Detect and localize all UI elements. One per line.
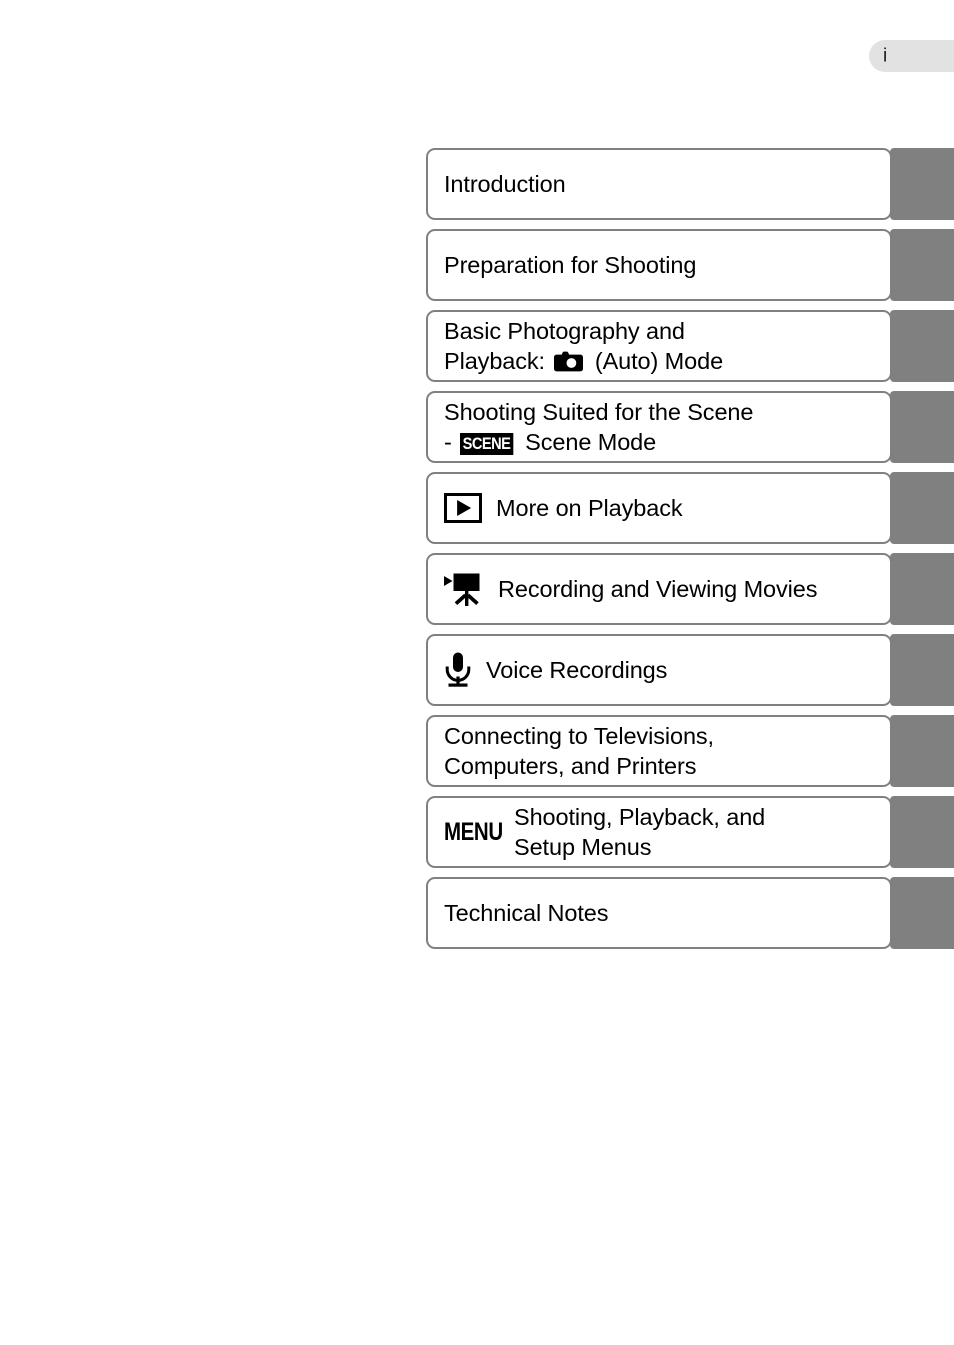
microphone-icon xyxy=(445,652,471,687)
chapter-label-line1: Basic Photography and xyxy=(444,318,685,344)
microphone-icon-slot xyxy=(444,652,472,688)
camera-icon xyxy=(554,351,584,372)
chapter-row-preparation-for-shooting[interactable]: Preparation for Shooting xyxy=(426,229,954,301)
chapter-row-more-on-playback[interactable]: More on Playback xyxy=(426,472,954,544)
chapter-card-connecting-to-televisions-computers-printers[interactable]: Connecting to Televisions, Computers, and… xyxy=(426,715,892,787)
movie-camera-icon-slot xyxy=(444,572,484,606)
movie-camera-icon xyxy=(444,573,480,606)
chapter-label-line2-suffix: Scene Mode xyxy=(518,429,657,455)
chapter-tab-marker xyxy=(890,796,954,868)
chapter-label-line2-prefix: - xyxy=(444,429,459,455)
playback-icon-slot xyxy=(444,493,482,523)
chapter-card-recording-and-viewing-movies[interactable]: Recording and Viewing Movies xyxy=(426,553,892,625)
chapter-card-shooting-suited-for-the-scene[interactable]: Shooting Suited for the Scene - SCENE Sce… xyxy=(426,391,892,463)
chapter-tab-marker xyxy=(890,472,954,544)
chapter-index: Introduction Preparation for Shooting Ba… xyxy=(426,148,954,958)
chapter-card-basic-photography-and-playback[interactable]: Basic Photography and Playback: (Auto) Mo… xyxy=(426,310,892,382)
chapter-label: Voice Recordings xyxy=(486,657,668,683)
chapter-card-technical-notes[interactable]: Technical Notes xyxy=(426,877,892,949)
chapter-label: Recording and Viewing Movies xyxy=(498,576,818,602)
chapter-card-more-on-playback[interactable]: More on Playback xyxy=(426,472,892,544)
chapter-row-introduction[interactable]: Introduction xyxy=(426,148,954,220)
chapter-row-basic-photography-and-playback[interactable]: Basic Photography and Playback: (Auto) Mo… xyxy=(426,310,954,382)
chapter-label: Connecting to Televisions, Computers, and… xyxy=(444,721,714,781)
chapter-label: Shooting Suited for the Scene - SCENE Sce… xyxy=(444,397,753,457)
chapter-card-voice-recordings[interactable]: Voice Recordings xyxy=(426,634,892,706)
chapter-label-line1: Shooting Suited for the Scene xyxy=(444,399,754,425)
chapter-tab-marker xyxy=(890,715,954,787)
chapter-row-shooting-suited-for-the-scene[interactable]: Shooting Suited for the Scene - SCENE Sce… xyxy=(426,391,954,463)
chapter-label-line2: Setup Menus xyxy=(514,834,652,860)
chapter-tab-marker xyxy=(890,310,954,382)
play-triangle-icon xyxy=(457,500,472,516)
chapter-card-introduction[interactable]: Introduction xyxy=(426,148,892,220)
chapter-label-line2-suffix: (Auto) Mode xyxy=(588,348,724,374)
chapter-row-connecting-to-televisions-computers-printers[interactable]: Connecting to Televisions, Computers, and… xyxy=(426,715,954,787)
chapter-label-line1: Connecting to Televisions, xyxy=(444,723,714,749)
chapter-label: Preparation for Shooting xyxy=(444,252,697,278)
menu-wordmark-icon-slot: MENU xyxy=(444,817,506,846)
playback-icon xyxy=(444,493,482,523)
scene-mode-badge: SCENE xyxy=(460,433,514,455)
chapter-card-preparation-for-shooting[interactable]: Preparation for Shooting xyxy=(426,229,892,301)
chapter-label: Introduction xyxy=(444,171,566,197)
chapter-label: Technical Notes xyxy=(444,900,609,926)
chapter-label-line2-prefix: Playback: xyxy=(444,348,552,374)
chapter-tab-marker xyxy=(890,229,954,301)
chapter-card-shooting-playback-and-setup-menus[interactable]: MENU Shooting, Playback, and Setup Menus xyxy=(426,796,892,868)
chapter-row-recording-and-viewing-movies[interactable]: Recording and Viewing Movies xyxy=(426,553,954,625)
chapter-label: Basic Photography and Playback: (Auto) Mo… xyxy=(444,316,723,376)
chapter-label-line1: Shooting, Playback, and xyxy=(514,804,766,830)
chapter-row-voice-recordings[interactable]: Voice Recordings xyxy=(426,634,954,706)
chapter-tab-marker xyxy=(890,148,954,220)
chapter-tab-marker xyxy=(890,391,954,463)
chapter-label: More on Playback xyxy=(496,495,683,521)
chapter-label: Shooting, Playback, and Setup Menus xyxy=(514,802,765,862)
chapter-tab-marker xyxy=(890,877,954,949)
chapter-label-line2: Computers, and Printers xyxy=(444,753,697,779)
page-number-badge: i xyxy=(869,40,954,72)
chapter-tab-marker xyxy=(890,634,954,706)
chapter-tab-marker xyxy=(890,553,954,625)
chapter-row-shooting-playback-and-setup-menus[interactable]: MENU Shooting, Playback, and Setup Menus xyxy=(426,796,954,868)
page-number-label: i xyxy=(883,45,888,67)
menu-wordmark-icon: MENU xyxy=(444,817,503,846)
chapter-row-technical-notes[interactable]: Technical Notes xyxy=(426,877,954,949)
